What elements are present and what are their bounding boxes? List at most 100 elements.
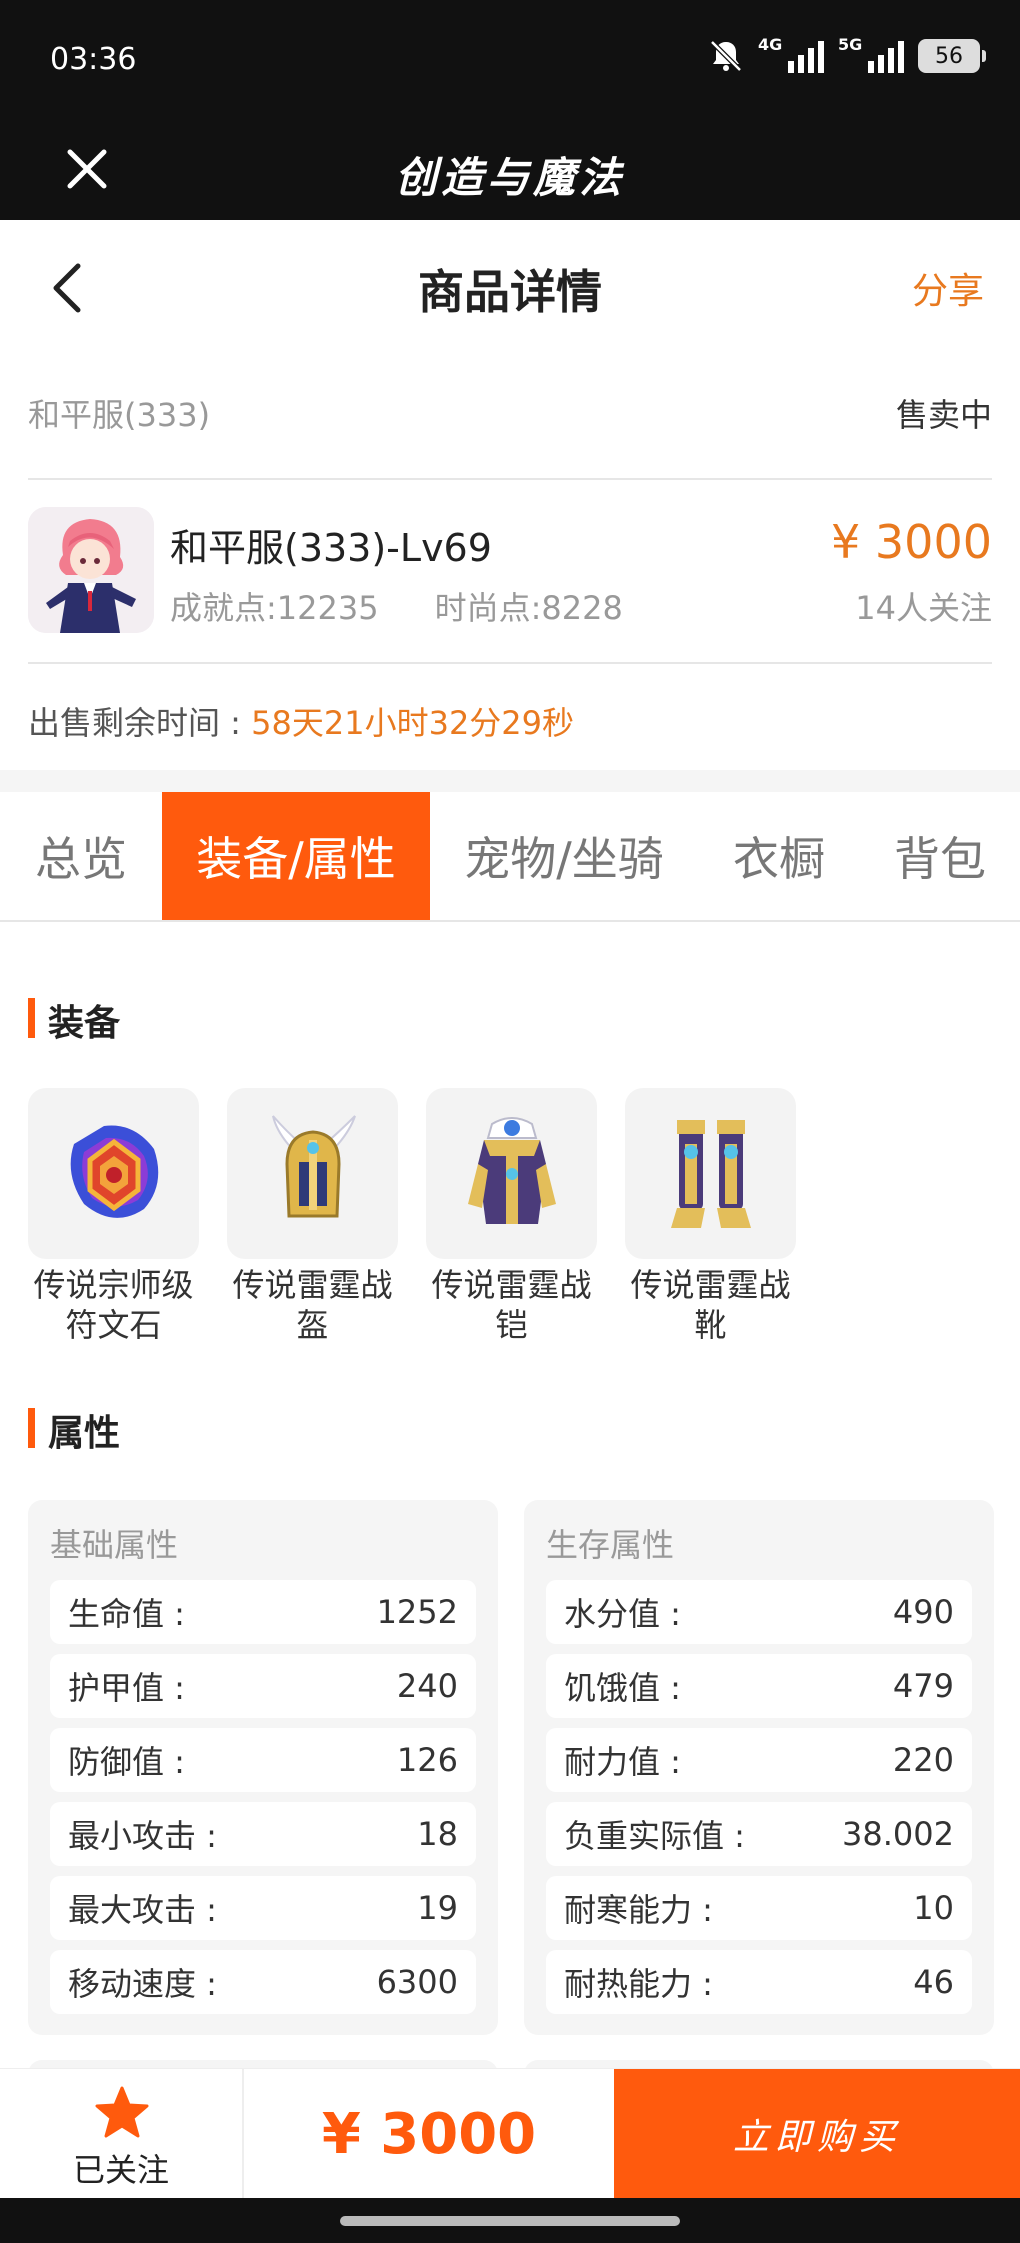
attribute-row: 负重实际值 : 38.002 <box>546 1802 972 1866</box>
attribute-value: 10 <box>913 1889 954 1927</box>
equipment-item[interactable]: 传说雷霆战 铠 <box>426 1088 597 1345</box>
attribute-row: 水分值 : 490 <box>546 1580 972 1644</box>
attribute-name: 水分值 : <box>564 1595 681 1633</box>
attribute-row: 移动速度 : 6300 <box>50 1950 476 2014</box>
bottom-price: ¥ 3000 <box>321 2101 537 2167</box>
net-label-1: 4G <box>758 35 783 54</box>
listing-price: ¥ 3000 <box>831 515 992 569</box>
equipment-name-line2: 靴 <box>694 1306 727 1344</box>
attribute-value: 126 <box>396 1741 458 1779</box>
equipment-section-title: 装备 <box>28 994 120 1046</box>
sale-time-label: 出售剩余时间 : <box>28 704 241 742</box>
panel-title: 生存属性 <box>546 1526 675 1564</box>
follow-label: 已关注 <box>72 2151 169 2189</box>
follower-count: 14人关注 <box>855 589 992 627</box>
tab-wardrobe[interactable]: 衣橱 <box>698 792 860 920</box>
star-icon <box>94 2085 150 2141</box>
attribute-row: 最小攻击 : 18 <box>50 1802 476 1866</box>
character-stats: 成就点:12235 时尚点:8228 <box>170 583 623 629</box>
tab-backpack[interactable]: 背包 <box>860 792 1020 920</box>
equipment-item[interactable]: 传说雷霆战 盔 <box>227 1088 398 1345</box>
attribute-name: 最小攻击 : <box>68 1817 217 1855</box>
armor-icon <box>426 1088 597 1259</box>
attribute-name: 移动速度 : <box>68 1965 217 2003</box>
attribute-name: 耐力值 : <box>564 1743 681 1781</box>
survival-attributes-panel: 生存属性 水分值 : 490 饥饿值 : 479 耐力值 : 220 负重实际值 : 3… <box>524 1500 994 2035</box>
follow-button[interactable]: 已关注 <box>0 2069 244 2199</box>
attribute-value: 19 <box>417 1889 458 1927</box>
equipment-name-line1: 传说雷霆战 <box>431 1266 592 1304</box>
character-name: 和平服(333)-Lv69 <box>170 526 492 570</box>
attribute-row: 耐热能力 : 46 <box>546 1950 972 2014</box>
attribute-name: 护甲值 : <box>68 1669 185 1707</box>
attribute-name: 耐热能力 : <box>564 1965 713 2003</box>
tab-pets-mounts[interactable]: 宠物/坐骑 <box>430 792 698 920</box>
divider <box>28 662 992 664</box>
attribute-value: 479 <box>892 1667 954 1705</box>
listing-header: 和平服(333) 售卖中 <box>28 390 992 436</box>
attribute-name: 负重实际值 : <box>564 1817 745 1855</box>
attribute-value: 240 <box>396 1667 458 1705</box>
attribute-row: 生命值 : 1252 <box>50 1580 476 1644</box>
attribute-row: 防御值 : 126 <box>50 1728 476 1792</box>
equipment-list: 传说宗师级 符文石 传说雷霆战 盔 传说雷霆战 铠 传说雷霆战 靴 <box>28 1088 796 1345</box>
system-nav-bar <box>0 2198 1020 2243</box>
divider <box>28 478 992 480</box>
status-icons: 4G 5G 56 <box>708 35 986 74</box>
attribute-value: 18 <box>417 1815 458 1853</box>
home-indicator[interactable] <box>340 2216 680 2226</box>
signal-5g-icon: 5G <box>838 35 904 73</box>
attributes-section-title: 属性 <box>28 1404 120 1456</box>
equipment-name-line1: 传说雷霆战 <box>630 1266 791 1304</box>
attribute-value: 1252 <box>376 1593 458 1631</box>
tab-equipment-attributes[interactable]: 装备/属性 <box>162 792 430 920</box>
character-card[interactable]: 和平服(333)-Lv69 成就点:12235 时尚点:8228 ¥ 3000 … <box>28 505 992 635</box>
attribute-name: 饥饿值 : <box>564 1669 681 1707</box>
app-title: 创造与魔法 <box>394 153 625 202</box>
rune-stone-icon <box>28 1088 199 1259</box>
equipment-name-line1: 传说雷霆战 <box>232 1266 393 1304</box>
attribute-value: 38.002 <box>842 1815 954 1853</box>
server-name: 和平服(333) <box>28 396 211 434</box>
buy-now-button[interactable]: 立即购买 <box>614 2069 1020 2199</box>
battery-icon: 56 <box>918 39 986 73</box>
share-button[interactable]: 分享 <box>912 262 984 314</box>
boots-icon <box>625 1088 796 1259</box>
attribute-row: 饥饿值 : 479 <box>546 1654 972 1718</box>
equipment-name-line2: 盔 <box>296 1306 329 1344</box>
attribute-name: 生命值 : <box>68 1595 185 1633</box>
app-bar: 创造与魔法 <box>0 120 1020 220</box>
bell-off-icon <box>708 38 744 74</box>
basic-attributes-panel: 基础属性 生命值 : 1252 护甲值 : 240 防御值 : 126 最小攻击 : 1… <box>28 1500 498 2035</box>
status-bar: 03:36 4G 5G 56 <box>0 0 1020 120</box>
equipment-item[interactable]: 传说宗师级 符文石 <box>28 1088 199 1345</box>
sale-status: 售卖中 <box>895 396 992 434</box>
attribute-value: 46 <box>913 1963 954 2001</box>
net-label-2: 5G <box>838 35 863 54</box>
attribute-row: 最大攻击 : 19 <box>50 1876 476 1940</box>
attribute-value: 490 <box>892 1593 954 1631</box>
equipment-name-line2: 铠 <box>495 1306 528 1344</box>
page-title: 商品详情 <box>418 265 602 319</box>
panel-title: 基础属性 <box>50 1526 179 1564</box>
fashion-points: 时尚点:8228 <box>434 589 623 627</box>
attribute-name: 耐寒能力 : <box>564 1891 713 1929</box>
attribute-name: 最大攻击 : <box>68 1891 217 1929</box>
bottom-action-bar: 已关注 ¥ 3000 立即购买 <box>0 2068 1020 2199</box>
sale-remaining-time: 出售剩余时间 : 58天21小时32分29秒 <box>28 698 574 744</box>
attribute-row: 耐寒能力 : 10 <box>546 1876 972 1940</box>
avatar <box>28 507 154 633</box>
signal-4g-icon: 4G <box>758 35 824 73</box>
status-time: 03:36 <box>50 42 137 77</box>
equipment-name-line2: 符文石 <box>65 1306 162 1344</box>
section-gap <box>0 770 1020 792</box>
achievement-points: 成就点:12235 <box>170 589 379 627</box>
attribute-value: 220 <box>892 1741 954 1779</box>
attribute-row: 耐力值 : 220 <box>546 1728 972 1792</box>
tab-overview[interactable]: 总览 <box>0 792 162 920</box>
page-header: 商品详情 分享 <box>0 220 1020 350</box>
attribute-value: 6300 <box>376 1963 458 2001</box>
attribute-name: 防御值 : <box>68 1743 185 1781</box>
equipment-item[interactable]: 传说雷霆战 靴 <box>625 1088 796 1345</box>
attribute-row: 护甲值 : 240 <box>50 1654 476 1718</box>
